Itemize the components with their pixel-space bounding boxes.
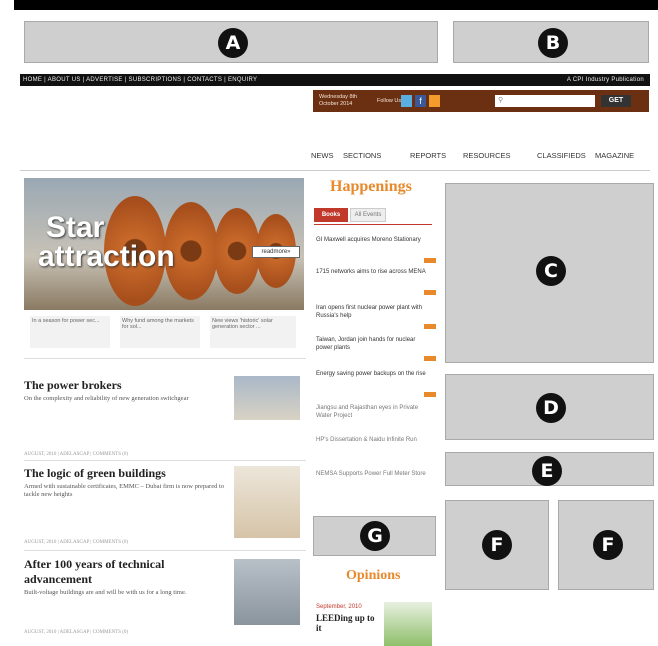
story-3[interactable]: After 100 years of technical advancement… [24,557,224,597]
nav-advertise[interactable]: ADVERTISE [86,77,123,83]
happening-item-1[interactable]: GI Maxwell acquires Moreno Stationary [316,236,430,244]
opinions-headline[interactable]: LEEDing up to it [316,613,380,633]
label-g: G [360,521,390,551]
mainnav-news[interactable]: NEWS [311,151,334,160]
more-arrow-icon[interactable] [424,392,436,397]
story-2-meta: AUGUST, 2010 | ADELASGAP | COMMENTS (0) [24,540,129,545]
utility-bar: Wednesday 8th October 2014 Follow Us f ⚲… [313,90,649,112]
mainnav-reports[interactable]: REPORTS [410,151,446,160]
mainnav-resources[interactable]: RESOURCES [463,151,511,160]
nav-about[interactable]: ABOUT US [48,77,81,83]
label-f-right: F [593,530,623,560]
opinions-image[interactable] [384,602,432,646]
more-arrow-icon[interactable] [424,290,436,295]
rss-icon[interactable] [429,95,440,107]
happening-item-6[interactable]: Jiangsu and Rajasthan eyes in Private Wa… [316,404,430,420]
story-1-meta: AUGUST, 2010 | ADELASGAP | COMMENTS (0) [24,452,129,457]
story-3-meta: AUGUST, 2010 | ADELASGAP | COMMENTS (0) [24,630,129,635]
more-arrow-icon[interactable] [424,324,436,329]
publication-tagline: A CPI Industry Publication [566,77,644,83]
story-1-image[interactable] [234,376,300,420]
story-2[interactable]: The logic of green buildings Armed with … [24,466,224,499]
top-bar [14,0,658,10]
tabs-divider [314,224,432,225]
more-arrow-icon[interactable] [424,356,436,361]
nav-home[interactable]: HOME [23,77,42,83]
story-1-title[interactable]: The power brokers [24,378,224,393]
search-input[interactable] [495,95,595,107]
label-e: E [532,456,562,486]
label-a: A [218,28,248,58]
story-divider-2 [24,550,306,551]
happening-item-5[interactable]: Energy saving power backups on the rise [316,370,430,378]
happening-item-4[interactable]: Taiwan, Jordan join hands for nuclear po… [316,336,430,352]
follow-us-label: Follow Us [377,98,402,104]
story-3-title[interactable]: After 100 years of technical advancement [24,557,224,587]
hero-image[interactable]: Star attraction readmore» [24,178,304,310]
label-d: D [536,393,566,423]
hero-thumb-1[interactable]: In a season for power sec... [30,316,110,348]
label-b: B [538,28,568,58]
hero-divider [24,358,306,359]
happening-item-3[interactable]: Iran opens first nuclear power plant wit… [316,304,430,320]
opinions-date: September, 2010 [316,604,362,610]
hero-readmore-button[interactable]: readmore» [252,246,300,258]
story-3-image[interactable] [234,559,300,625]
label-c: C [536,256,566,286]
happening-item-8[interactable]: NEMSA Supports Power Full Meter Store [316,470,430,478]
nav-subscriptions[interactable]: SUBSCRIPTIONS [129,77,182,83]
story-2-title[interactable]: The logic of green buildings [24,466,224,481]
story-2-image[interactable] [234,466,300,538]
story-2-desc: Armed with sustainable certificates, EMM… [24,483,225,498]
hero-title-line2: attraction [38,240,175,273]
nav-divider [20,170,650,171]
facebook-icon[interactable]: f [415,95,426,107]
happening-item-7[interactable]: HP's Dissertation & Naidu Infinite Run [316,436,430,444]
happening-item-2[interactable]: 1715 networks aims to rise across MENA [316,268,430,276]
twitter-icon[interactable] [401,95,412,107]
happenings-title: Happenings [330,178,412,195]
mainnav-classifieds[interactable]: CLASSIFIEDS [537,151,586,160]
tab-all-events[interactable]: All Events [350,208,386,222]
search-icon: ⚲ [498,97,504,104]
mainnav-sections[interactable]: SECTIONS [343,151,381,160]
label-f-left: F [482,530,512,560]
top-nav: HOME | ABOUT US | ADVERTISE | SUBSCRIPTI… [20,74,650,86]
story-1-desc: On the complexity and reliability of new… [24,395,189,402]
hero-thumb-3[interactable]: New views 'historic' solar generation se… [210,316,296,348]
nav-enquiry[interactable]: ENQUIRY [228,77,257,83]
nav-contacts[interactable]: CONTACTS [187,77,222,83]
opinions-title: Opinions [346,568,401,583]
hero-thumb-2[interactable]: Why fund among the markets for sol... [120,316,200,348]
story-3-desc: Built-voltage buildings are and will be … [24,589,187,596]
mainnav-magazine[interactable]: MAGAZINE [595,151,634,160]
more-arrow-icon[interactable] [424,258,436,263]
tab-books[interactable]: Books [314,208,348,222]
current-date: Wednesday 8th October 2014 [319,94,358,107]
search-go-button[interactable]: GET [601,95,631,107]
story-divider-1 [24,460,306,461]
story-1[interactable]: The power brokers On the complexity and … [24,378,224,403]
